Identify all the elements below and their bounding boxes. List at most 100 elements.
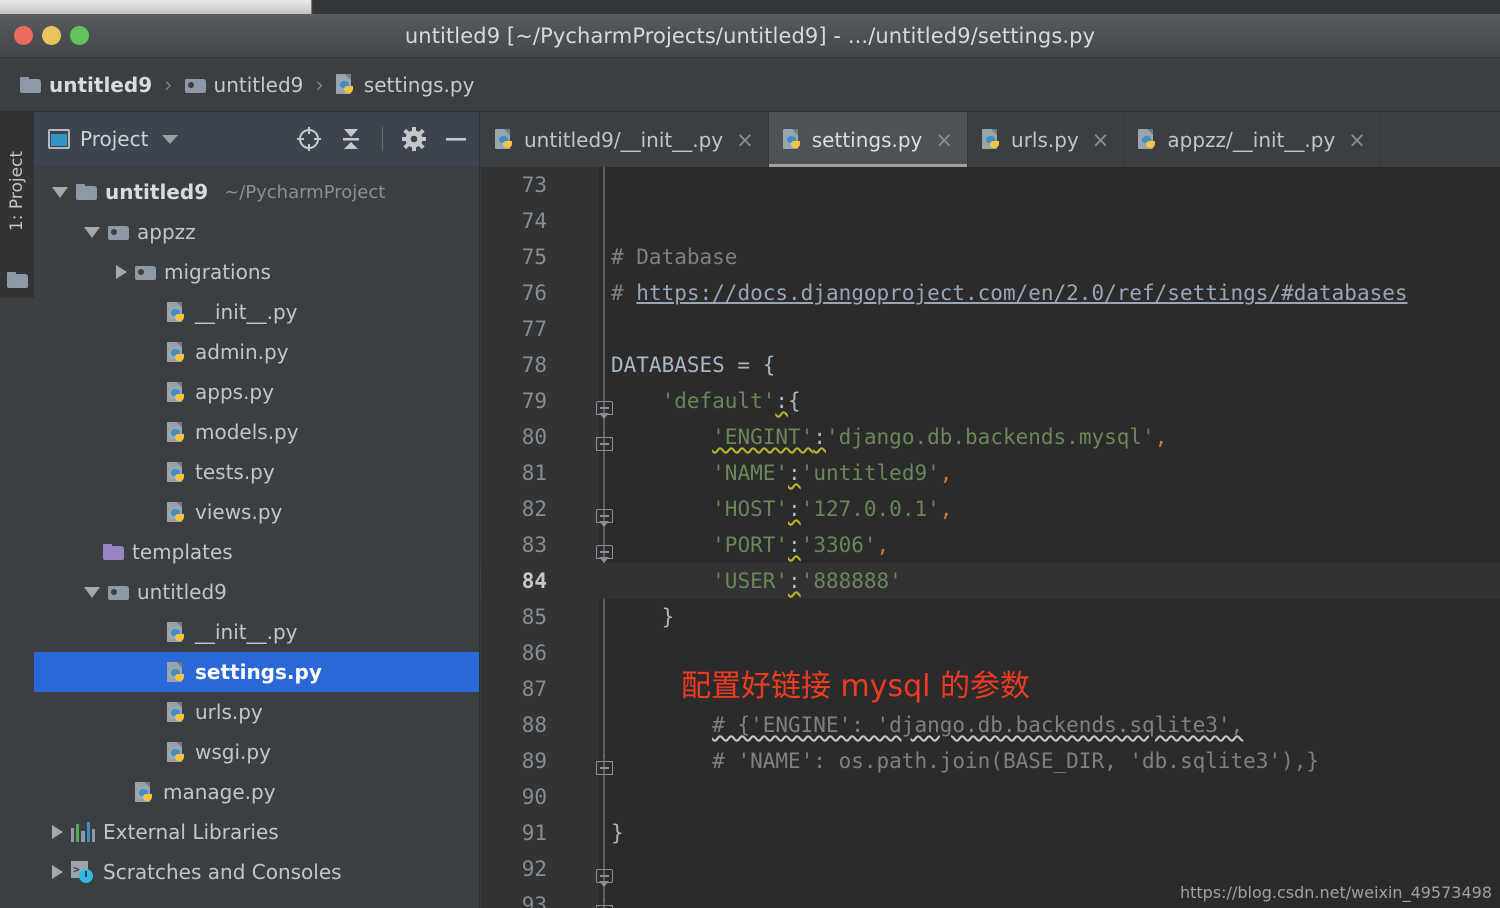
editor-tab-appzz-init-py[interactable]: appzz/__init__.py × xyxy=(1124,112,1381,167)
tree-row-label: untitled9 xyxy=(105,180,209,204)
project-tree[interactable]: untitled9 ~/PycharmProject appzz migrations… xyxy=(34,166,479,908)
fold-marker-line-79[interactable] xyxy=(596,545,613,564)
code-line-86[interactable]: 86 xyxy=(481,635,1500,671)
package-folder-icon xyxy=(135,264,156,280)
tree-row-views-py[interactable]: views.py xyxy=(34,492,479,532)
python-file-icon xyxy=(167,421,187,443)
fold-marker-line-78[interactable] xyxy=(596,509,613,528)
code-line-75[interactable]: 75 # Database xyxy=(481,239,1500,275)
tree-row-migrations[interactable]: migrations xyxy=(34,252,479,292)
tool-window-button-label: 1: Project xyxy=(7,150,27,232)
window-title: untitled9 [~/PycharmProjects/untitled9] … xyxy=(404,23,1096,48)
code-line-80[interactable]: 80 'ENGINT':'django.db.backends.mysql', xyxy=(481,419,1500,455)
code-line-text: # {'ENGINE': 'django.db.backends.sqlite3… xyxy=(712,713,1244,737)
tree-twisty-placeholder xyxy=(148,665,159,679)
tree-row--init-py[interactable]: __init__.py xyxy=(34,292,479,332)
line-number: 82 xyxy=(521,497,547,521)
code-line-81[interactable]: 81 'NAME':'untitled9', xyxy=(481,455,1500,491)
project-view-selector[interactable]: Project xyxy=(48,127,179,151)
line-number: 93 xyxy=(521,893,547,908)
code-line-88[interactable]: 88 # {'ENGINE': 'django.db.backends.sqli… xyxy=(481,707,1500,743)
chevron-down-icon[interactable] xyxy=(52,186,68,198)
code-line-90[interactable]: 90 xyxy=(481,779,1500,815)
code-line-text: 'NAME':'untitled9', xyxy=(712,461,953,485)
code-line-78[interactable]: 78 DATABASES = { xyxy=(481,347,1500,383)
code-line-85[interactable]: 85 } xyxy=(481,599,1500,635)
close-icon[interactable]: × xyxy=(1348,128,1366,152)
editor-tab-urls-py[interactable]: urls.py × xyxy=(968,112,1125,167)
tree-row-manage-py[interactable]: manage.py xyxy=(34,772,479,812)
editor-tab-untitled9-init-py[interactable]: untitled9/__init__.py × xyxy=(481,112,769,167)
tree-row--init-py[interactable]: __init__.py xyxy=(34,612,479,652)
code-line-73[interactable]: 73 xyxy=(481,167,1500,203)
fold-marker-line-76[interactable] xyxy=(596,432,613,456)
tree-row-scratches-and-consoles[interactable]: > Scratches and Consoles xyxy=(34,852,479,892)
editor-tab-bar[interactable]: untitled9/__init__.py × settings.py × urls.p… xyxy=(481,112,1500,167)
code-line-91[interactable]: 91} xyxy=(481,815,1500,851)
tree-row-tests-py[interactable]: tests.py xyxy=(34,452,479,492)
code-line-text: # Database xyxy=(611,245,738,269)
tool-window-button-project[interactable]: 1: Project xyxy=(0,112,34,270)
tree-row-admin-py[interactable]: admin.py xyxy=(34,332,479,372)
line-number: 73 xyxy=(521,173,547,197)
python-file-icon xyxy=(1138,129,1158,150)
tree-row-untitled9[interactable]: untitled9 ~/PycharmProject xyxy=(34,172,479,212)
code-line-89[interactable]: 89 # 'NAME': os.path.join(BASE_DIR, 'db.… xyxy=(481,743,1500,779)
line-number: 81 xyxy=(521,461,547,485)
chevron-down-icon[interactable] xyxy=(84,586,100,598)
chevron-down-icon[interactable] xyxy=(84,226,100,238)
breadcrumb-separator: › xyxy=(315,72,324,97)
breadcrumb-item-package[interactable]: untitled9 xyxy=(181,71,308,99)
tree-row-appzz[interactable]: appzz xyxy=(34,212,479,252)
tree-row-label: urls.py xyxy=(195,700,263,724)
python-file-icon xyxy=(167,461,187,483)
editor-tab-settings-py[interactable]: settings.py × xyxy=(768,112,969,167)
tree-row-untitled9[interactable]: untitled9 xyxy=(34,572,479,612)
chevron-right-icon[interactable] xyxy=(52,825,63,839)
code-line-77[interactable]: 77 xyxy=(481,311,1500,347)
python-file-icon xyxy=(495,129,515,150)
breadcrumb-label: untitled9 xyxy=(49,72,153,97)
tree-twisty-placeholder xyxy=(84,545,95,559)
breadcrumb-item-file[interactable]: settings.py xyxy=(332,71,479,99)
python-file-icon xyxy=(167,701,187,723)
code-line-79[interactable]: 79 'default':{ xyxy=(481,383,1500,419)
chevron-right-icon[interactable] xyxy=(52,865,63,879)
locate-icon[interactable] xyxy=(296,126,322,152)
tree-row-label: wsgi.py xyxy=(195,740,271,764)
minimize-icon[interactable] xyxy=(443,126,469,152)
code-line-84[interactable]: 84 'USER':'888888' xyxy=(481,563,1500,599)
tree-row-wsgi-py[interactable]: wsgi.py xyxy=(34,732,479,772)
code-line-83[interactable]: 83 'PORT':'3306', xyxy=(481,527,1500,563)
tree-row-models-py[interactable]: models.py xyxy=(34,412,479,452)
tree-row-urls-py[interactable]: urls.py xyxy=(34,692,479,732)
python-file-icon xyxy=(167,621,187,643)
collapse-all-icon[interactable] xyxy=(338,126,364,152)
code-line-92[interactable]: 92 xyxy=(481,851,1500,887)
breadcrumb-item-project[interactable]: untitled9 xyxy=(16,71,156,99)
tree-row-apps-py[interactable]: apps.py xyxy=(34,372,479,412)
gear-icon[interactable] xyxy=(401,126,427,152)
line-number: 86 xyxy=(521,641,547,665)
close-icon[interactable]: × xyxy=(736,128,754,152)
tree-row-label: settings.py xyxy=(195,660,322,684)
tree-row-label: tests.py xyxy=(195,460,275,484)
folder-icon xyxy=(20,76,41,93)
tree-row-settings-py[interactable]: settings.py xyxy=(34,652,479,692)
code-line-74[interactable]: 74 xyxy=(481,203,1500,239)
code-editor[interactable]: 73 74 75 # Database 76 # https://docs.djangop… xyxy=(481,167,1500,908)
code-line-82[interactable]: 82 'HOST':'127.0.0.1', xyxy=(481,491,1500,527)
code-line-76[interactable]: 76 # https://docs.djangoproject.com/en/2.… xyxy=(481,275,1500,311)
package-folder-icon xyxy=(108,224,129,240)
tree-row-templates[interactable]: templates xyxy=(34,532,479,572)
tree-row-label: models.py xyxy=(195,420,299,444)
fold-marker-line-88[interactable] xyxy=(596,869,613,888)
scratches-icon: > xyxy=(71,861,95,883)
line-number: 91 xyxy=(521,821,547,845)
fold-marker-line-85[interactable] xyxy=(596,756,613,780)
close-icon[interactable]: × xyxy=(935,128,953,152)
chevron-right-icon[interactable] xyxy=(116,265,127,279)
tree-row-external-libraries[interactable]: External Libraries xyxy=(34,812,479,852)
close-icon[interactable]: × xyxy=(1092,128,1110,152)
fold-marker-line-75[interactable] xyxy=(596,401,613,420)
